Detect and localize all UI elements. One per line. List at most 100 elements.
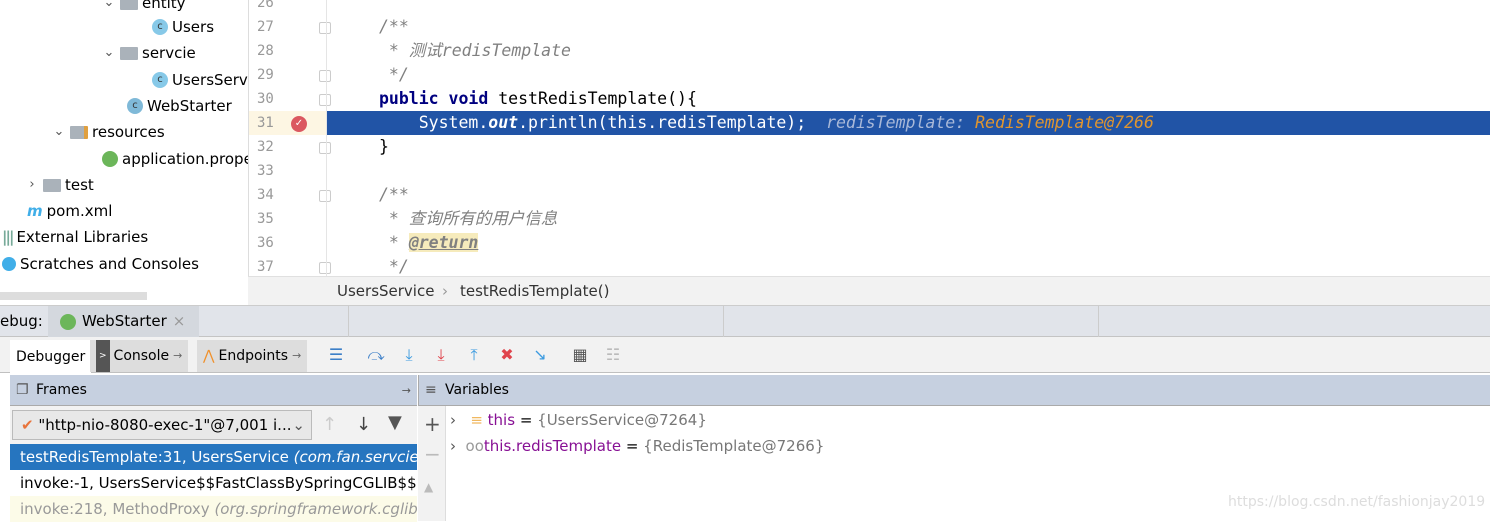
horizontal-scrollbar[interactable] <box>0 292 147 300</box>
inline-debug-value: RedisTemplate@7266 <box>975 113 1154 132</box>
variables-side-toolbar: + − ▲ <box>418 406 446 521</box>
code-editor[interactable]: /** * 测试redisTemplate */ public void tes… <box>326 0 1490 276</box>
arrow-down-icon[interactable]: ↓ <box>356 414 371 435</box>
resources-folder-icon <box>70 125 88 139</box>
breadcrumb-separator-icon: › <box>442 282 448 300</box>
tree-item-application-properties[interactable]: application.prope <box>102 146 253 172</box>
trace-stream-icon[interactable]: ☷ <box>603 345 623 365</box>
pin-icon[interactable]: → <box>402 375 411 406</box>
thread-row: ✔ "http-nio-8080-exec-1"@7,001 i... ⌄ ↑ ↓… <box>10 406 417 444</box>
breakpoint-icon[interactable]: ✓ <box>291 116 307 132</box>
breadcrumb-item[interactable]: UsersService <box>337 277 434 306</box>
endpoints-icon: ⋀ <box>203 348 215 364</box>
debugger-toolbar: Debugger > Console → ⋀ Endpoints → ☰ ⤼ ⤓ ⤓ ⤒… <box>0 337 1490 374</box>
code-line-36: * @return <box>379 233 479 252</box>
step-into-icon[interactable]: ⤓ <box>399 345 419 365</box>
tree-item-usersservice[interactable]: c UsersServ <box>152 67 248 93</box>
class-icon: c <box>152 72 168 88</box>
move-up-icon[interactable]: ▲ <box>424 480 433 494</box>
arrow-up-icon[interactable]: ↑ <box>322 414 337 435</box>
breadcrumb: UsersService › testRedisTemplate() <box>248 276 1490 305</box>
debug-label: ebug: <box>0 312 43 330</box>
frames-icon: ❐ <box>16 382 29 398</box>
code-line-32: } <box>379 137 389 156</box>
tab-console[interactable]: > Console → <box>90 340 189 372</box>
line-number: 35 <box>257 211 274 227</box>
watermark: https://blog.csdn.net/fashionjay2019 <box>1228 494 1486 510</box>
breadcrumb-item[interactable]: testRedisTemplate() <box>460 277 609 306</box>
chevron-down-icon: ⌄ <box>292 416 305 434</box>
frames-header: ❐ Frames → <box>10 375 417 406</box>
scratches-icon <box>2 257 16 271</box>
tree-item-scratches[interactable]: Scratches and Consoles <box>2 251 199 277</box>
tree-item-test[interactable]: › test <box>25 172 93 198</box>
chevron-down-icon[interactable]: ⌄ <box>102 40 116 66</box>
evaluate-expression-icon[interactable]: ▦ <box>570 345 590 365</box>
variables-header: ≡ Variables <box>418 375 1490 406</box>
line-number: 34 <box>257 187 274 203</box>
thread-select[interactable]: ✔ "http-nio-8080-exec-1"@7,001 i... ⌄ <box>12 410 312 440</box>
tree-item-webstarter[interactable]: c WebStarter <box>127 93 232 119</box>
chevron-right-icon[interactable]: › <box>450 411 456 429</box>
line-number: 30 <box>257 91 274 107</box>
line-number: 32 <box>257 139 274 155</box>
variable-row-redistemplate[interactable]: › oothis.redisTemplate = {RedisTemplate@… <box>450 433 824 459</box>
chevron-down-icon[interactable]: ⌄ <box>52 119 66 145</box>
code-line-35: * 查询所有的用户信息 <box>379 209 558 228</box>
frame-row[interactable]: invoke:218, MethodProxy (org.springframe… <box>10 496 417 522</box>
line-number: 33 <box>257 163 274 179</box>
tree-item-external-libraries[interactable]: ||| External Libraries <box>2 224 148 250</box>
check-icon: ✔ <box>21 416 34 434</box>
force-step-into-icon[interactable]: ⤓ <box>431 345 451 365</box>
console-icon: > <box>96 340 110 372</box>
pin-icon[interactable]: → <box>173 340 182 372</box>
session-tab-webstarter[interactable]: WebStarter × <box>48 306 199 337</box>
project-tree: ⌄ entity c Users ⌄ servcie c UsersServ c WebS… <box>0 0 253 305</box>
filter-icon[interactable]: ▼ <box>388 412 402 433</box>
tab-endpoints[interactable]: ⋀ Endpoints → <box>197 340 308 372</box>
watch-glasses-icon: oo <box>465 437 484 455</box>
inline-debug-hint: redisTemplate: <box>826 113 976 132</box>
line-number: 26 <box>257 0 274 11</box>
line-number: 29 <box>257 67 274 83</box>
frame-row[interactable]: invoke:-1, UsersService$$FastClassBySpri… <box>10 470 417 496</box>
maven-icon: m <box>27 202 43 220</box>
add-watch-icon[interactable]: + <box>424 412 441 436</box>
step-over-icon[interactable]: ⤼ <box>366 345 386 365</box>
code-line-31-execution-point: System.out.println(this.redisTemplate); … <box>327 111 1490 135</box>
line-number: 31 <box>257 115 274 131</box>
chevron-down-icon[interactable]: ⌄ <box>102 0 116 16</box>
code-line-34: /** <box>379 185 409 204</box>
step-out-icon[interactable]: ⤒ <box>464 345 484 365</box>
chevron-right-icon[interactable]: › <box>450 437 456 455</box>
drop-frame-icon[interactable]: ✖ <box>497 345 517 365</box>
field-icon: ≡ <box>470 411 483 429</box>
tree-item-resources[interactable]: ⌄ resources <box>52 119 165 145</box>
tab-debugger[interactable]: Debugger <box>10 340 92 374</box>
code-line-27: /** <box>379 17 409 36</box>
line-number: 28 <box>257 43 274 59</box>
spring-class-icon: c <box>127 98 143 114</box>
remove-watch-icon[interactable]: − <box>424 442 441 466</box>
line-number: 27 <box>257 19 274 35</box>
tree-item-pom[interactable]: m pom.xml <box>27 198 112 224</box>
run-to-cursor-icon[interactable]: ↘ <box>530 345 550 365</box>
libraries-icon: ||| <box>2 228 15 246</box>
pin-icon[interactable]: → <box>292 340 301 372</box>
variables-icon: ≡ <box>425 382 437 398</box>
variable-row-this[interactable]: › ≡ this = {UsersService@7264} <box>450 407 707 433</box>
line-number: 36 <box>257 235 274 251</box>
folder-icon <box>120 46 138 60</box>
close-icon[interactable]: × <box>173 306 186 337</box>
spring-leaf-icon <box>102 151 118 167</box>
code-line-28: * 测试redisTemplate <box>379 41 571 60</box>
tree-item-users[interactable]: c Users <box>152 14 214 40</box>
frame-row-selected[interactable]: testRedisTemplate:31, UsersService (com.… <box>10 444 417 470</box>
folder-icon <box>43 178 61 192</box>
chevron-right-icon[interactable]: › <box>25 172 39 198</box>
spring-boot-icon <box>60 313 76 330</box>
tree-item-servcie[interactable]: ⌄ servcie <box>102 40 196 66</box>
class-icon: c <box>152 19 168 35</box>
show-execution-point-icon[interactable]: ☰ <box>326 345 346 365</box>
debug-session-bar: ebug: WebStarter × <box>0 305 1490 337</box>
